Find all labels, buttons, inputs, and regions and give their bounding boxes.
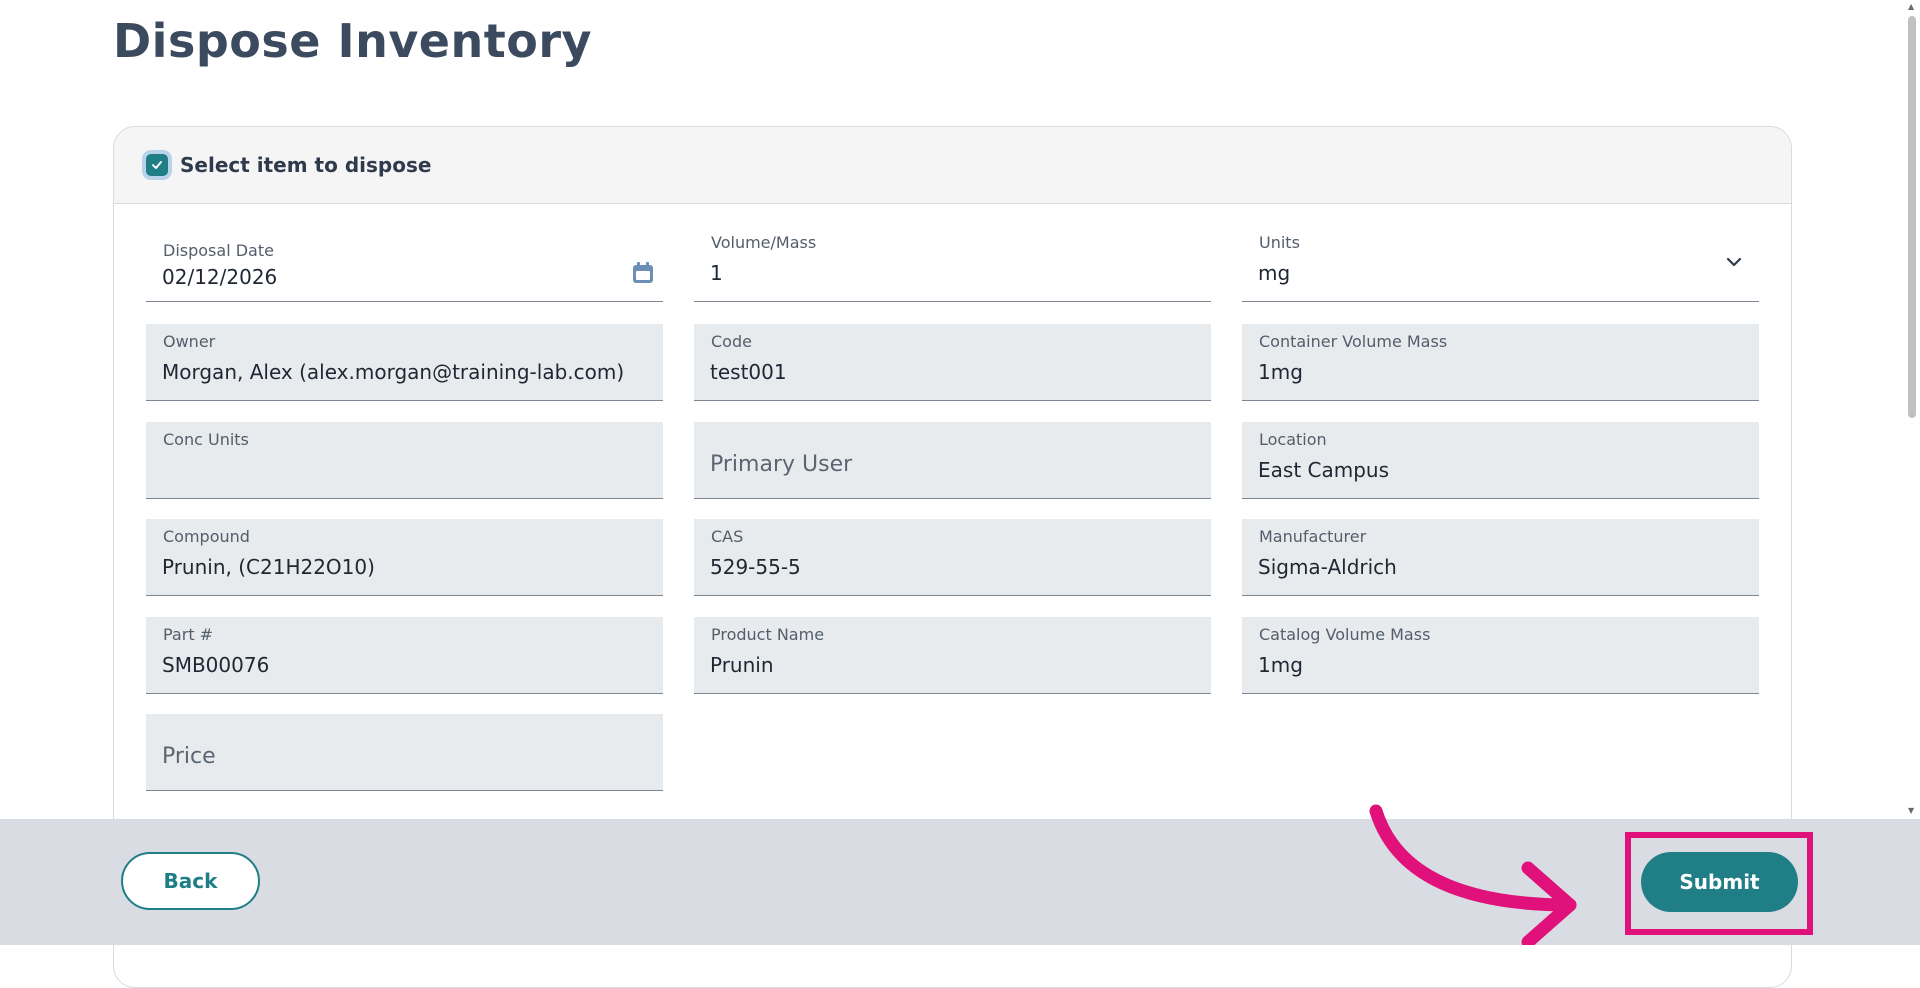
catalog-volume-mass-field[interactable]: Catalog Volume Mass 1mg: [1242, 617, 1759, 694]
manufacturer-label: Manufacturer: [1259, 527, 1367, 546]
check-icon: [152, 161, 162, 169]
owner-value[interactable]: Morgan, Alex (alex.morgan@training-lab.c…: [162, 360, 624, 384]
code-label: Code: [711, 332, 752, 351]
product-name-field[interactable]: Product Name Prunin: [694, 617, 1211, 694]
part-number-field[interactable]: Part # SMB00076: [146, 617, 663, 694]
owner-field[interactable]: Owner Morgan, Alex (alex.morgan@training…: [146, 324, 663, 401]
primary-user-placeholder: Primary User: [710, 452, 853, 477]
disposal-date-value[interactable]: 02/12/2026: [162, 265, 277, 289]
scrollbar-thumb[interactable]: [1908, 16, 1916, 418]
price-field[interactable]: Price: [146, 714, 663, 791]
part-number-label: Part #: [163, 625, 214, 644]
code-value[interactable]: test001: [710, 360, 787, 384]
disposal-date-label: Disposal Date: [163, 241, 274, 260]
units-label: Units: [1259, 233, 1300, 252]
cas-value[interactable]: 529-55-5: [710, 555, 801, 579]
compound-field[interactable]: Compound Prunin, (C21H22O10): [146, 519, 663, 596]
page-title: Dispose Inventory: [113, 14, 593, 68]
select-item-checkbox[interactable]: [146, 154, 168, 176]
location-value[interactable]: East Campus: [1258, 458, 1389, 482]
container-volume-mass-field[interactable]: Container Volume Mass 1mg: [1242, 324, 1759, 401]
scroll-up-arrow-icon[interactable]: ▲: [1908, 2, 1914, 11]
container-volume-mass-label: Container Volume Mass: [1259, 332, 1448, 351]
chevron-down-icon[interactable]: [1725, 253, 1743, 275]
select-item-label[interactable]: Select item to dispose: [180, 153, 431, 177]
scroll-down-arrow-icon[interactable]: ▼: [1908, 806, 1914, 815]
manufacturer-field[interactable]: Manufacturer Sigma-Aldrich: [1242, 519, 1759, 596]
units-value[interactable]: mg: [1258, 261, 1290, 285]
primary-user-field[interactable]: Primary User: [694, 422, 1211, 499]
compound-label: Compound: [163, 527, 250, 546]
calendar-icon[interactable]: [631, 261, 655, 289]
conc-units-field[interactable]: Conc Units: [146, 422, 663, 499]
location-label: Location: [1259, 430, 1327, 449]
price-placeholder: Price: [162, 744, 216, 769]
back-button[interactable]: Back: [121, 852, 260, 910]
submit-highlight-box: [1625, 832, 1813, 935]
catalog-volume-mass-label: Catalog Volume Mass: [1259, 625, 1431, 644]
catalog-volume-mass-value[interactable]: 1mg: [1258, 653, 1303, 677]
volume-mass-input[interactable]: 1: [710, 261, 723, 285]
conc-units-label: Conc Units: [163, 430, 249, 449]
product-name-value[interactable]: Prunin: [710, 653, 774, 677]
pointer-arrow-icon: [1369, 804, 1577, 945]
disposal-date-field[interactable]: Disposal Date 02/12/2026: [146, 225, 663, 302]
volume-mass-field[interactable]: Volume/Mass 1: [694, 225, 1211, 302]
code-field[interactable]: Code test001: [694, 324, 1211, 401]
container-volume-mass-value[interactable]: 1mg: [1258, 360, 1303, 384]
part-number-value[interactable]: SMB00076: [162, 653, 269, 677]
owner-label: Owner: [163, 332, 216, 351]
compound-value[interactable]: Prunin, (C21H22O10): [162, 555, 375, 579]
cas-label: CAS: [711, 527, 744, 546]
location-field[interactable]: Location East Campus: [1242, 422, 1759, 499]
volume-mass-label: Volume/Mass: [711, 233, 817, 252]
page-scrollbar[interactable]: ▲ ▼: [1904, 0, 1920, 819]
manufacturer-value[interactable]: Sigma-Aldrich: [1258, 555, 1397, 579]
card-header: Select item to dispose: [114, 127, 1791, 204]
units-select[interactable]: Units mg: [1242, 225, 1759, 302]
cas-field[interactable]: CAS 529-55-5: [694, 519, 1211, 596]
product-name-label: Product Name: [711, 625, 825, 644]
